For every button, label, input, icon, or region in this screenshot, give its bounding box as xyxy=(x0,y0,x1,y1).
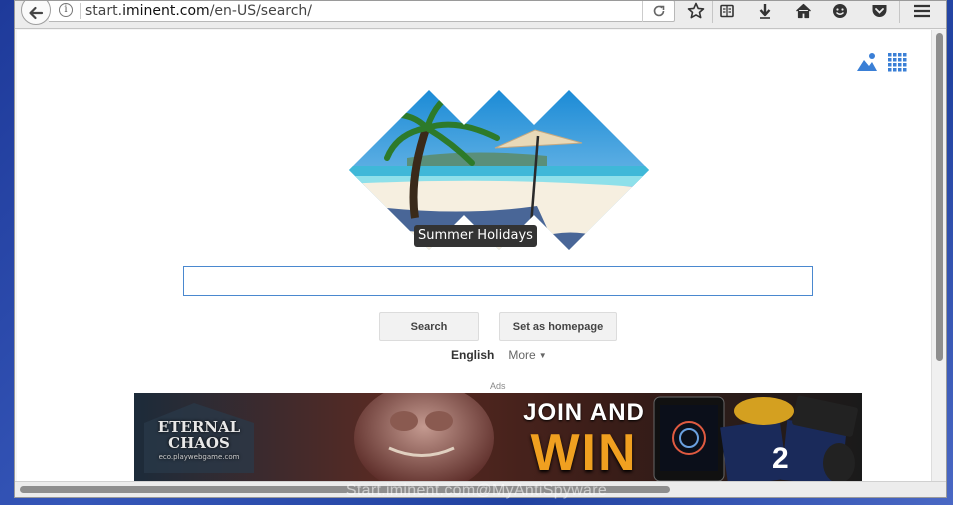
chevron-down-icon: ▼ xyxy=(538,351,547,360)
url-path: /en-US/search/ xyxy=(209,3,313,19)
game-title-line-1: ETERNAL xyxy=(157,418,241,436)
url-text[interactable]: start.iminent.com/en-US/search/ xyxy=(85,3,312,19)
set-homepage-button[interactable]: Set as homepage xyxy=(499,312,617,341)
game-url: eco.playwebgame.com xyxy=(158,453,240,461)
bookmark-star-button[interactable] xyxy=(683,1,709,21)
info-icon[interactable]: i xyxy=(59,3,73,17)
back-button[interactable] xyxy=(21,1,51,25)
back-arrow-icon xyxy=(29,6,44,20)
vertical-scrollbar[interactable] xyxy=(931,30,946,481)
toolbar-separator xyxy=(899,1,900,23)
downloads-button[interactable] xyxy=(752,1,778,21)
horizontal-scroll-thumb[interactable] xyxy=(20,486,670,493)
download-icon xyxy=(759,4,771,19)
smiley-icon xyxy=(833,4,847,18)
star-icon xyxy=(687,2,705,19)
image-search-icon[interactable] xyxy=(856,52,878,72)
language-row: English More ▼ xyxy=(451,348,547,362)
reading-list-button[interactable] xyxy=(714,1,740,21)
game-logo: ETERNAL CHAOS eco.playwebgame.com xyxy=(140,419,258,461)
game-title-line-2: CHAOS xyxy=(168,434,230,452)
reload-button[interactable] xyxy=(642,1,674,22)
ads-label: Ads xyxy=(490,381,506,391)
language-english[interactable]: English xyxy=(451,348,494,362)
menu-icon xyxy=(914,4,930,18)
search-button[interactable]: Search xyxy=(379,312,479,341)
url-separator xyxy=(80,3,81,19)
top-right-icons xyxy=(856,52,907,72)
win-text: WIN xyxy=(530,424,638,481)
reload-icon xyxy=(653,5,664,17)
vertical-scroll-thumb[interactable] xyxy=(936,33,943,361)
hello-button[interactable] xyxy=(827,1,853,21)
ad-banner[interactable]: ETERNAL CHAOS eco.playwebgame.com JOIN A… xyxy=(134,393,862,481)
horizontal-scrollbar[interactable] xyxy=(15,481,946,497)
more-languages-label: More xyxy=(508,348,536,362)
search-input[interactable] xyxy=(183,266,813,296)
more-languages-link[interactable]: More ▼ xyxy=(508,348,546,362)
pocket-button[interactable] xyxy=(866,1,892,21)
home-button[interactable] xyxy=(790,1,816,21)
menu-button[interactable] xyxy=(909,1,935,21)
hero-caption-tooltip: Summer Holidays xyxy=(414,225,537,247)
browser-toolbar: i start.iminent.com/en-US/search/ xyxy=(15,1,946,29)
page-viewport: Summer Holidays Search Set as homepage E… xyxy=(17,30,931,481)
reading-list-icon xyxy=(720,4,734,18)
url-domain: iminent.com xyxy=(122,3,210,19)
url-bar[interactable]: i start.iminent.com/en-US/search/ xyxy=(49,1,675,22)
gift-card-amount: 2 xyxy=(772,442,789,475)
home-icon xyxy=(795,3,811,19)
apps-grid-icon[interactable] xyxy=(887,52,907,72)
browser-window: i start.iminent.com/en-US/search/ Summer… xyxy=(14,0,947,498)
join-text: JOIN AND xyxy=(523,399,645,426)
pocket-icon xyxy=(872,5,886,17)
toolbar-separator xyxy=(712,1,713,23)
url-prefix: start. xyxy=(85,3,123,19)
